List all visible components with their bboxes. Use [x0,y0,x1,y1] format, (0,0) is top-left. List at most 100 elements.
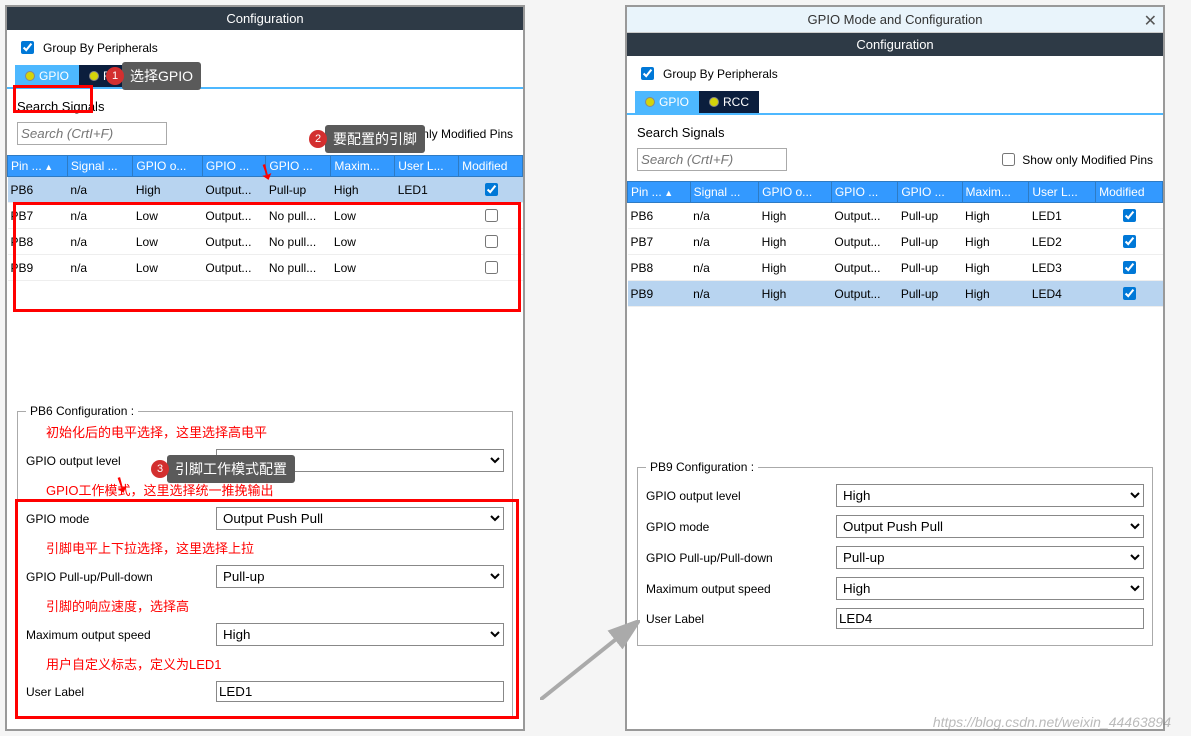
config-legend: PB6 Configuration : [26,404,138,418]
col-header[interactable]: GPIO ... [202,156,265,177]
group-by-row: Group By Peripherals [7,30,523,65]
config-label: Maximum output speed [26,628,206,642]
modified-checkbox[interactable] [485,183,498,196]
cell-label [395,203,459,229]
annotation-note: 引脚的响应速度，选择高 [46,596,504,615]
table-row[interactable]: PB9n/aHighOutput...Pull-upHighLED4 [628,281,1163,307]
cell-speed: High [331,177,395,203]
watermark: https://blog.csdn.net/weixin_44463894 [933,714,1171,730]
badge-3: 3 [151,460,169,478]
col-header[interactable]: User L... [1029,182,1096,203]
cell-pull: Pull-up [898,203,962,229]
top-title-text: GPIO Mode and Configuration [808,12,983,27]
col-header[interactable]: Modified [1096,182,1163,203]
cell-mode: Output... [202,229,265,255]
modified-checkbox[interactable] [1123,235,1136,248]
close-icon[interactable]: ✕ [1144,11,1157,31]
cell-pull: No pull... [266,203,331,229]
table-row[interactable]: PB8n/aLowOutput...No pull...Low [8,229,523,255]
tab-gpio[interactable]: GPIO [635,91,699,113]
cell-mode: Output... [831,281,897,307]
cell-speed: Low [331,229,395,255]
col-header[interactable]: GPIO o... [759,182,832,203]
table-row[interactable]: PB8n/aHighOutput...Pull-upHighLED3 [628,255,1163,281]
config-select[interactable]: Pull-up [836,546,1144,569]
cell-out: Low [133,229,203,255]
col-header[interactable]: User L... [395,156,459,177]
config-select[interactable]: Pull-up [216,565,504,588]
modified-checkbox[interactable] [485,235,498,248]
tab-gpio[interactable]: GPIO [15,65,79,87]
cell-modified [1096,229,1163,255]
col-header[interactable]: Pin ... ▲ [628,182,691,203]
modified-checkbox[interactable] [485,261,498,274]
col-header[interactable]: Signal ... [67,156,132,177]
tab-rcc-label: RCC [723,95,749,109]
cell-modified [459,177,523,203]
modified-checkbox[interactable] [1123,209,1136,222]
col-header[interactable]: Modified [459,156,523,177]
col-header[interactable]: GPIO ... [266,156,331,177]
tab-rcc[interactable]: RCC [699,91,759,113]
search-input[interactable] [637,148,787,171]
badge-1: 1 [106,67,124,85]
callout-1-text: 选择GPIO [130,66,193,86]
col-header[interactable]: GPIO o... [133,156,203,177]
cell-speed: High [962,255,1029,281]
check-icon [89,71,99,81]
config-title: Configuration [7,7,523,30]
table-row[interactable]: PB7n/aHighOutput...Pull-upHighLED2 [628,229,1163,255]
cell-label: LED1 [395,177,459,203]
callout-1: 1 选择GPIO [122,62,201,90]
cell-out: High [759,229,832,255]
config-select[interactable]: High [216,623,504,646]
check-icon [25,71,35,81]
cell-pin: PB6 [628,203,691,229]
group-by-checkbox[interactable] [641,67,654,80]
tabs: GPIO RCC [627,91,1163,115]
annotation-note: 初始化后的电平选择，这里选择高电平 [46,422,504,441]
col-header[interactable]: Maxim... [962,182,1029,203]
cell-out: Low [133,255,203,281]
tabs: GPIO RCC [7,65,523,89]
table-row[interactable]: PB7n/aLowOutput...No pull...Low [8,203,523,229]
config-select[interactable]: High [836,484,1144,507]
cell-signal: n/a [67,177,132,203]
left-panel: Configuration Group By Peripherals GPIO … [5,5,525,731]
col-header[interactable]: Signal ... [690,182,759,203]
config-select[interactable]: Output Push Pull [836,515,1144,538]
cell-pin: PB7 [8,203,68,229]
config-row: GPIO output levelHigh [646,484,1144,507]
callout-3: 3 引脚工作模式配置 [167,455,295,483]
callout-2-text: 要配置的引脚 [333,129,417,149]
cell-signal: n/a [690,281,759,307]
user-label-input[interactable] [836,608,1144,629]
cell-mode: Output... [831,203,897,229]
modified-checkbox[interactable] [1123,287,1136,300]
config-select[interactable]: High [836,577,1144,600]
config-select[interactable]: Output Push Pull [216,507,504,530]
table-row[interactable]: PB9n/aLowOutput...No pull...Low [8,255,523,281]
cell-label [395,229,459,255]
show-only-checkbox[interactable] [1002,153,1015,166]
cell-pull: Pull-up [898,229,962,255]
col-header[interactable]: GPIO ... [831,182,897,203]
pin-config-box: PB9 Configuration : GPIO output levelHig… [637,467,1153,646]
cell-pin: PB8 [628,255,691,281]
cell-label: LED1 [1029,203,1096,229]
group-by-checkbox[interactable] [21,41,34,54]
col-header[interactable]: Pin ... ▲ [8,156,68,177]
cell-signal: n/a [67,203,132,229]
config-row: GPIO Pull-up/Pull-down Pull-up [646,546,1144,569]
modified-checkbox[interactable] [485,209,498,222]
table-row[interactable]: PB6n/aHighOutput...Pull-upHighLED1 [628,203,1163,229]
config-label: GPIO Pull-up/Pull-down [646,551,826,565]
search-input[interactable] [17,122,167,145]
col-header[interactable]: Maxim... [331,156,395,177]
table-row[interactable]: PB6n/aHighOutput...Pull-upHighLED1 [8,177,523,203]
user-label-input[interactable] [216,681,504,702]
group-by-row: Group By Peripherals [627,56,1163,91]
cell-speed: Low [331,203,395,229]
modified-checkbox[interactable] [1123,261,1136,274]
col-header[interactable]: GPIO ... [898,182,962,203]
